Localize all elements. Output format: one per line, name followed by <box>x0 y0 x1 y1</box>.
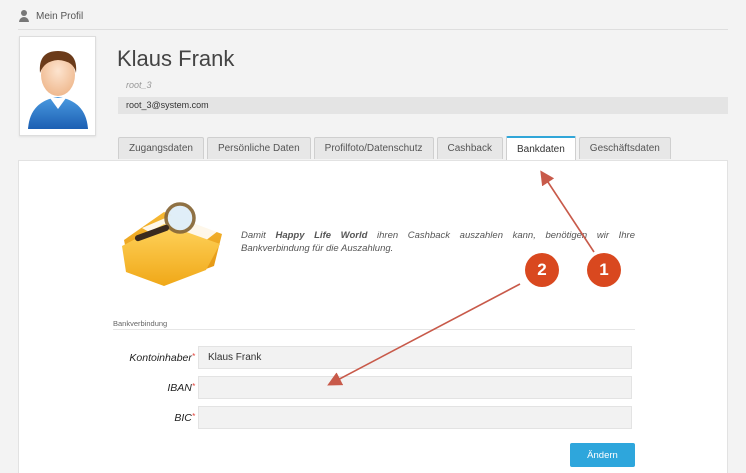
arrow-2 <box>327 283 521 386</box>
annotation-arrows <box>327 170 595 386</box>
annotation-marker-1: 1 <box>587 253 621 287</box>
annotation-marker-2: 2 <box>525 253 559 287</box>
arrow-1 <box>540 170 595 253</box>
